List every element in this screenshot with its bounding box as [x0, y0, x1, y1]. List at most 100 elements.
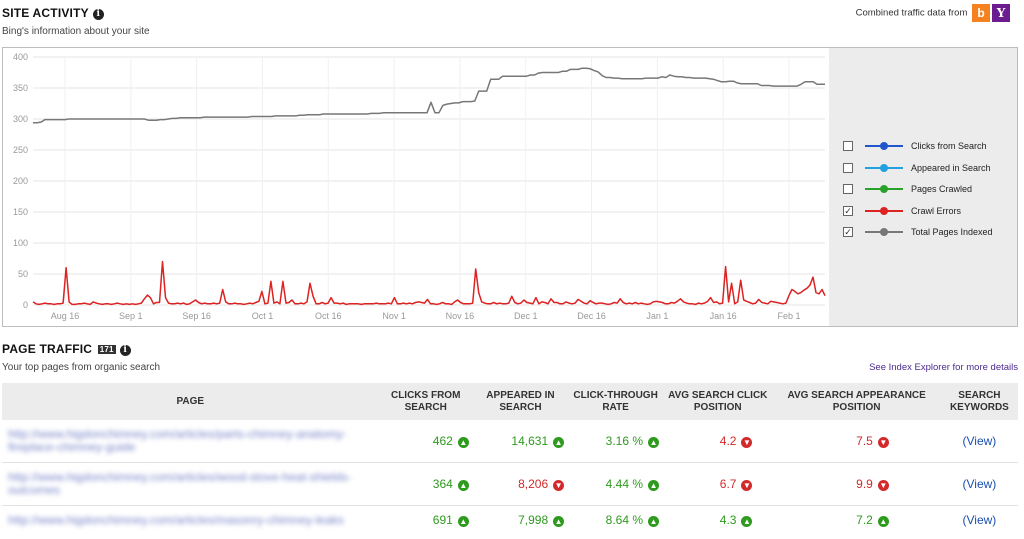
- legend-item-crawl-errors[interactable]: ✓ Crawl Errors: [843, 204, 961, 218]
- legend-label: Total Pages Indexed: [911, 227, 993, 237]
- site-activity-title-text: SITE ACTIVITY: [2, 6, 89, 20]
- trend-down-icon: ▼: [877, 480, 889, 491]
- x-tick-label: Dec 1: [514, 311, 538, 321]
- view-keywords-text[interactable]: (View): [963, 513, 997, 527]
- table-header-row: PAGE CLICKS FROM SEARCH APPEARED IN SEAR…: [2, 383, 1018, 420]
- legend-label: Pages Crawled: [911, 184, 973, 194]
- appeared-cell: 8,206 ▼: [472, 462, 569, 506]
- click-position-value: 6.7: [719, 477, 737, 491]
- clicks-value: 462: [432, 434, 453, 448]
- y-tick-label: 200: [13, 176, 28, 186]
- legend-swatch: [865, 227, 903, 237]
- x-tick-label: Jan 1: [646, 311, 668, 321]
- legend-label: Appeared in Search: [911, 163, 991, 173]
- page-traffic-title-text: PAGE TRAFFIC: [2, 342, 93, 356]
- legend-checkbox[interactable]: ✓: [843, 227, 853, 237]
- info-icon[interactable]: i: [119, 345, 131, 356]
- ctr-value: 4.44 %: [605, 477, 644, 491]
- appearance-position-value: 7.5: [856, 434, 873, 448]
- trend-up-icon: ▲: [457, 437, 469, 448]
- trend-down-icon: ▼: [553, 480, 565, 491]
- view-keywords-text[interactable]: (View): [963, 477, 997, 491]
- column-header-ctr[interactable]: CLICK-THROUGH RATE: [568, 383, 664, 420]
- view-keywords-link[interactable]: (View): [940, 420, 1018, 463]
- x-tick-label: Oct 16: [315, 311, 342, 321]
- click-position-cell: 6.7 ▼: [663, 462, 773, 506]
- x-tick-label: Oct 1: [252, 311, 274, 321]
- column-header-keywords[interactable]: SEARCH KEYWORDS: [940, 383, 1018, 420]
- index-explorer-link[interactable]: See Index Explorer for more details: [869, 362, 1018, 373]
- legend-label: Clicks from Search: [911, 141, 987, 151]
- column-header-page[interactable]: PAGE: [2, 383, 379, 420]
- x-tick-label: Nov 16: [446, 311, 475, 321]
- site-activity-subtitle: Bing's information about your site: [2, 26, 150, 37]
- legend-item-clicks-from-search[interactable]: Clicks from Search: [843, 139, 987, 153]
- legend-checkbox[interactable]: [843, 141, 853, 151]
- table-row: http://www.higdonchimney.com/articles/ma…: [2, 506, 1018, 535]
- appeared-value: 14,631: [511, 434, 549, 448]
- trend-up-icon: ▲: [457, 480, 469, 491]
- clicks-cell: 691 ▲: [379, 506, 473, 535]
- y-tick-label: 150: [13, 207, 28, 217]
- column-header-appearance-position[interactable]: AVG SEARCH APPEARANCE POSITION: [772, 383, 941, 420]
- column-header-click-position[interactable]: AVG SEARCH CLICK POSITION: [663, 383, 773, 420]
- site-activity-title: SITE ACTIVITY i: [2, 6, 104, 20]
- column-header-appeared[interactable]: APPEARED IN SEARCH: [472, 383, 569, 420]
- view-keywords-link[interactable]: (View): [940, 462, 1018, 506]
- appearance-position-cell: 7.5 ▼: [772, 420, 941, 463]
- trend-up-icon: ▲: [553, 516, 565, 527]
- legend-swatch: [865, 141, 903, 151]
- chart-legend: Clicks from Search Appeared in Search Pa…: [829, 48, 1017, 326]
- series-line-total-pages-indexed: [33, 67, 825, 124]
- info-icon[interactable]: i: [92, 9, 104, 20]
- y-tick-label: 100: [13, 238, 28, 248]
- click-position-cell: 4.2 ▼: [663, 420, 773, 463]
- click-position-value: 4.3: [719, 513, 737, 527]
- legend-swatch: [865, 206, 903, 216]
- click-position-value: 4.2: [719, 434, 737, 448]
- x-tick-label: Nov 1: [382, 311, 406, 321]
- trend-down-icon: ▼: [741, 437, 753, 448]
- legend-item-appeared-in-search[interactable]: Appeared in Search: [843, 161, 991, 175]
- column-header-clicks[interactable]: CLICKS FROM SEARCH: [378, 383, 473, 420]
- page-traffic-subtitle: Your top pages from organic search: [2, 362, 161, 373]
- trend-down-icon: ▼: [877, 437, 889, 448]
- click-position-cell: 4.3 ▲: [663, 506, 772, 535]
- page-url-text[interactable]: http://www.higdonchimney.com/articles/pa…: [8, 427, 347, 454]
- yahoo-icon: Y: [992, 4, 1010, 22]
- ctr-cell: 3.16 % ▲: [568, 420, 664, 463]
- legend-checkbox[interactable]: ✓: [843, 206, 853, 216]
- page-traffic-title: PAGE TRAFFIC 171 i: [2, 342, 131, 356]
- table-row: http://www.higdonchimney.com/articles/pa…: [2, 420, 1018, 463]
- trend-up-icon: ▲: [648, 516, 660, 527]
- view-keywords-text[interactable]: (View): [963, 434, 997, 448]
- clicks-cell: 462 ▲: [378, 420, 473, 463]
- legend-item-pages-crawled[interactable]: Pages Crawled: [843, 182, 972, 196]
- clicks-value: 691: [432, 513, 453, 527]
- page-url-link[interactable]: http://www.higdonchimney.com/articles/pa…: [2, 420, 379, 463]
- page-url-link[interactable]: http://www.higdonchimney.com/articles/ma…: [2, 506, 379, 535]
- page-url-text[interactable]: http://www.higdonchimney.com/articles/wo…: [8, 470, 351, 497]
- x-tick-label: Jan 16: [710, 311, 737, 321]
- series-line-crawl-errors: [32, 260, 826, 306]
- x-tick-label: Sep 1: [119, 311, 143, 321]
- bing-icon: b: [972, 4, 990, 22]
- appeared-cell: 7,998 ▲: [473, 506, 568, 535]
- legend-checkbox[interactable]: [843, 184, 853, 194]
- y-tick-label: 50: [18, 269, 28, 279]
- clicks-cell: 364 ▲: [378, 462, 473, 506]
- page-url-link[interactable]: http://www.higdonchimney.com/articles/wo…: [2, 462, 379, 506]
- page-url-text[interactable]: http://www.higdonchimney.com/articles/ma…: [8, 513, 344, 527]
- appearance-position-cell: 9.9 ▼: [772, 462, 941, 506]
- appearance-position-cell: 7.2 ▲: [772, 506, 940, 535]
- legend-item-total-pages-indexed[interactable]: ✓ Total Pages Indexed: [843, 225, 993, 239]
- x-tick-label: Aug 16: [51, 311, 80, 321]
- trend-up-icon: ▲: [648, 480, 660, 491]
- legend-checkbox[interactable]: [843, 163, 853, 173]
- table-row: http://www.higdonchimney.com/articles/wo…: [2, 462, 1018, 506]
- appeared-cell: 14,631 ▲: [472, 420, 569, 463]
- view-keywords-link[interactable]: (View): [941, 506, 1018, 535]
- x-tick-label: Dec 16: [577, 311, 606, 321]
- ctr-value: 8.64 %: [605, 513, 644, 527]
- ctr-cell: 4.44 % ▲: [568, 462, 664, 506]
